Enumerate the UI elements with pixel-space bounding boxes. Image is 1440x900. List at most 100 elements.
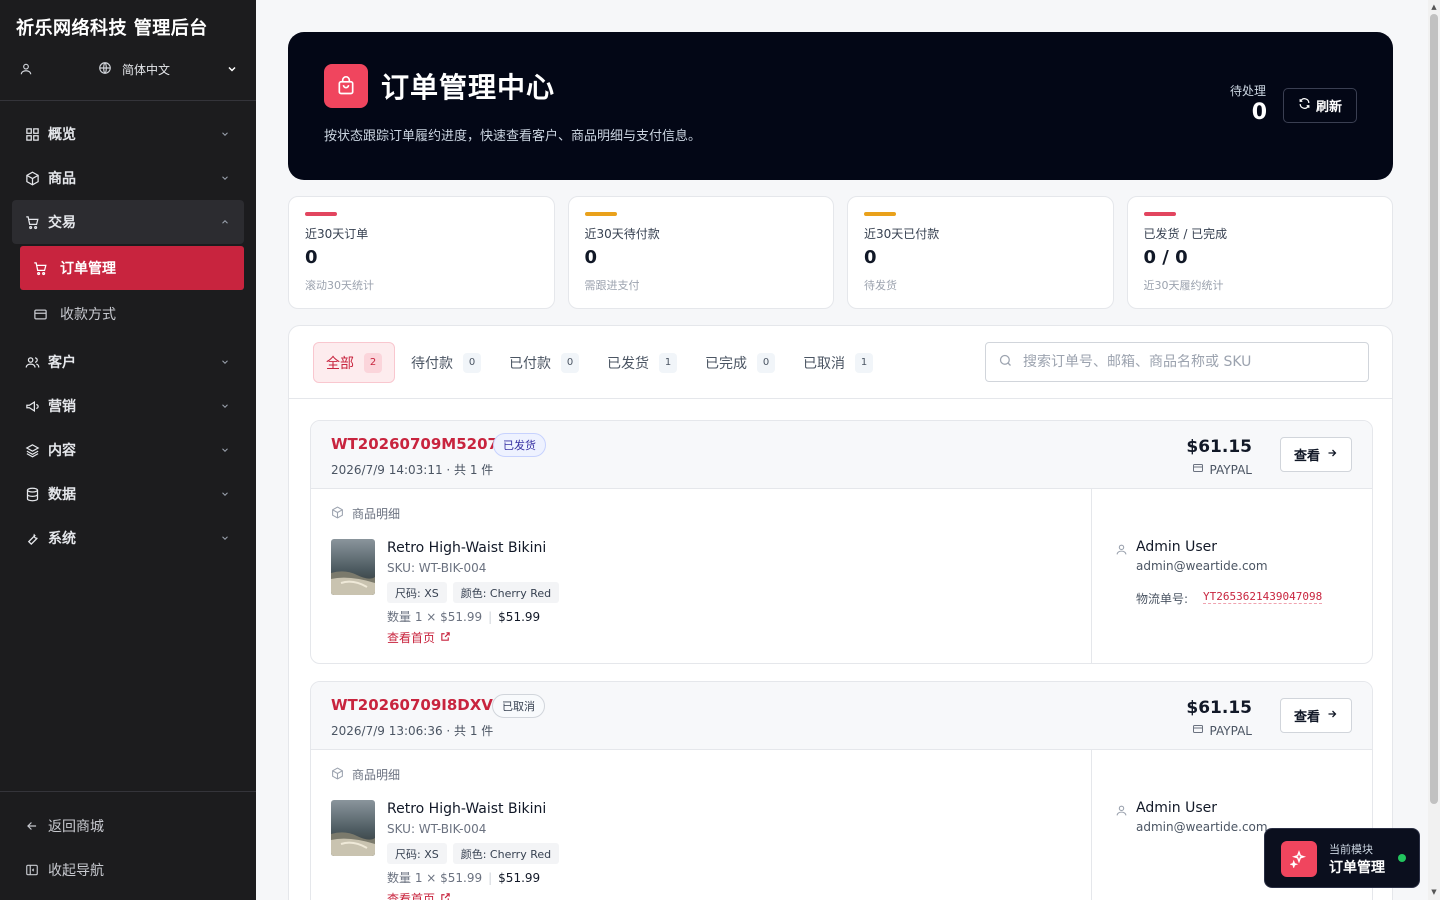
nav-item-content[interactable]: 内容 [12, 428, 244, 472]
nav-label: 交易 [48, 215, 76, 231]
stat-card-orders: 近30天订单 0 滚动30天统计 [288, 196, 555, 309]
payment-label: PAYPAL [1209, 723, 1252, 738]
tab-shipped[interactable]: 已发货 1 [595, 342, 689, 383]
product-thumbnail[interactable] [331, 800, 375, 856]
module-value: 订单管理 [1329, 860, 1385, 876]
tab-completed[interactable]: 已完成 0 [693, 342, 787, 383]
refresh-button[interactable]: 刷新 [1283, 88, 1357, 123]
tracking-label: 物流单号: [1136, 592, 1189, 606]
quantity-text: 数量 1 × $51.99 [387, 871, 483, 885]
nav-item-system[interactable]: 系统 [12, 516, 244, 560]
stat-card-fulfilled: 已发货 / 已完成 0 / 0 近30天履约统计 [1126, 196, 1393, 309]
stat-accent [305, 212, 337, 216]
divider [0, 791, 256, 792]
stat-value: 0 [305, 247, 318, 268]
sidebar-collapse-icon [24, 862, 40, 878]
tab-paid[interactable]: 已付款 0 [497, 342, 591, 383]
tab-all[interactable]: 全部 2 [313, 342, 395, 383]
page-scrollbar[interactable]: ▲ ▼ [1428, 0, 1440, 900]
tab-count: 0 [463, 352, 481, 373]
items-label: 商品明细 [352, 768, 401, 782]
scrollbar-thumb[interactable] [1430, 14, 1438, 804]
product-name: Retro High-Waist Bikini [387, 540, 547, 556]
chevron-down-icon [218, 171, 232, 185]
chevron-down-icon[interactable] [224, 61, 240, 77]
order-body: 商品明细 Retro High-Waist Bikini SKU: WT-BIK… [311, 750, 1372, 900]
card-icon [32, 306, 48, 322]
stat-card-unpaid: 近30天待付款 0 需跟进支付 [567, 196, 834, 309]
order-header: WT20260709M52076 已发货 2026/7/9 14:03:11 ·… [311, 421, 1372, 489]
search-icon [998, 353, 1013, 372]
divider [289, 398, 1392, 399]
external-link-icon [440, 892, 451, 900]
stat-note: 近30天履约统计 [1143, 279, 1224, 292]
link-label: 查看首页 [387, 892, 436, 900]
scroll-up-arrow-icon[interactable]: ▲ [1430, 3, 1438, 11]
stat-label: 近30天订单 [305, 227, 369, 241]
nav-label: 概览 [48, 127, 76, 143]
tracking-number-link[interactable]: YT2653621439047098 [1203, 590, 1323, 604]
chevron-down-icon [218, 399, 232, 413]
user-icon[interactable] [16, 59, 36, 79]
nav-item-transactions[interactable]: 交易 [12, 200, 244, 244]
customer-section: Admin User admin@weartide.com 物流单号: YT26… [1113, 489, 1363, 663]
shopping-bag-icon [324, 64, 368, 108]
tab-label: 全部 [326, 355, 354, 372]
stat-note: 待发货 [864, 279, 897, 292]
payment-method: PAYPAL [1192, 723, 1252, 738]
online-status-dot [1398, 854, 1406, 862]
view-order-button[interactable]: 查看 [1280, 437, 1352, 472]
transactions-submenu: 订单管理 收款方式 [12, 244, 244, 340]
collapse-nav-button[interactable]: 收起导航 [12, 848, 244, 892]
view-homepage-link[interactable]: 查看首页 [387, 629, 451, 646]
back-to-store-link[interactable]: 返回商城 [12, 804, 244, 848]
order-number-link[interactable]: WT20260709M52076 [331, 435, 508, 453]
customer-name: Admin User [1136, 539, 1217, 555]
nav-item-marketing[interactable]: 营销 [12, 384, 244, 428]
tab-label: 已取消 [803, 355, 845, 372]
tab-unpaid[interactable]: 待付款 0 [399, 342, 493, 383]
nav-item-products[interactable]: 商品 [12, 156, 244, 200]
nav-item-data[interactable]: 数据 [12, 472, 244, 516]
color-chip: 颜色: Cherry Red [452, 582, 560, 603]
chevron-down-icon [218, 355, 232, 369]
items-label: 商品明细 [352, 507, 401, 521]
module-label: 当前模块 [1329, 843, 1373, 856]
collapse-label: 收起导航 [48, 863, 104, 879]
chevron-down-icon [218, 531, 232, 545]
nav-item-overview[interactable]: 概览 [12, 112, 244, 156]
tab-label: 待付款 [411, 355, 453, 372]
tab-cancelled[interactable]: 已取消 1 [791, 342, 885, 383]
search-box [985, 342, 1369, 382]
arrow-right-icon [1326, 708, 1338, 724]
nav-label: 客户 [48, 355, 76, 371]
product-sku: SKU: WT-BIK-004 [387, 822, 487, 836]
nav-label: 数据 [48, 487, 76, 503]
page-subtitle: 按状态跟踪订单履约进度，快速查看客户、商品明细与支付信息。 [324, 129, 702, 144]
stat-note: 需跟进支付 [584, 279, 640, 292]
refresh-icon [1298, 97, 1311, 114]
language-selector[interactable]: 简体中文 [98, 61, 170, 78]
order-number-link[interactable]: WT20260709I8DXVS [331, 696, 504, 714]
view-homepage-link[interactable]: 查看首页 [387, 890, 451, 900]
sub-item-orders[interactable]: 订单管理 [20, 246, 244, 290]
stat-label: 近30天待付款 [584, 227, 660, 241]
stat-accent [1143, 212, 1176, 216]
megaphone-icon [24, 398, 40, 414]
tab-count: 1 [659, 352, 677, 373]
chevron-down-icon [218, 487, 232, 501]
quantity-text: 数量 1 × $51.99 [387, 610, 483, 624]
view-label: 查看 [1293, 449, 1320, 464]
sub-item-payment-methods[interactable]: 收款方式 [20, 292, 244, 336]
orders-panel: 全部 2 待付款 0 已付款 0 已发货 1 已完成 0 已取消 1 WT20260709M… [288, 325, 1393, 900]
nav-item-customers[interactable]: 客户 [12, 340, 244, 384]
product-thumbnail[interactable] [331, 539, 375, 595]
view-order-button[interactable]: 查看 [1280, 698, 1352, 733]
status-badge: 已发货 [493, 433, 546, 457]
search-input[interactable] [1023, 354, 1343, 370]
items-heading: 商品明细 [331, 766, 400, 783]
current-module-widget[interactable]: 当前模块 订单管理 [1264, 828, 1420, 888]
cart-icon [24, 214, 40, 230]
layers-icon [24, 442, 40, 458]
scroll-down-arrow-icon[interactable]: ▼ [1430, 888, 1438, 896]
